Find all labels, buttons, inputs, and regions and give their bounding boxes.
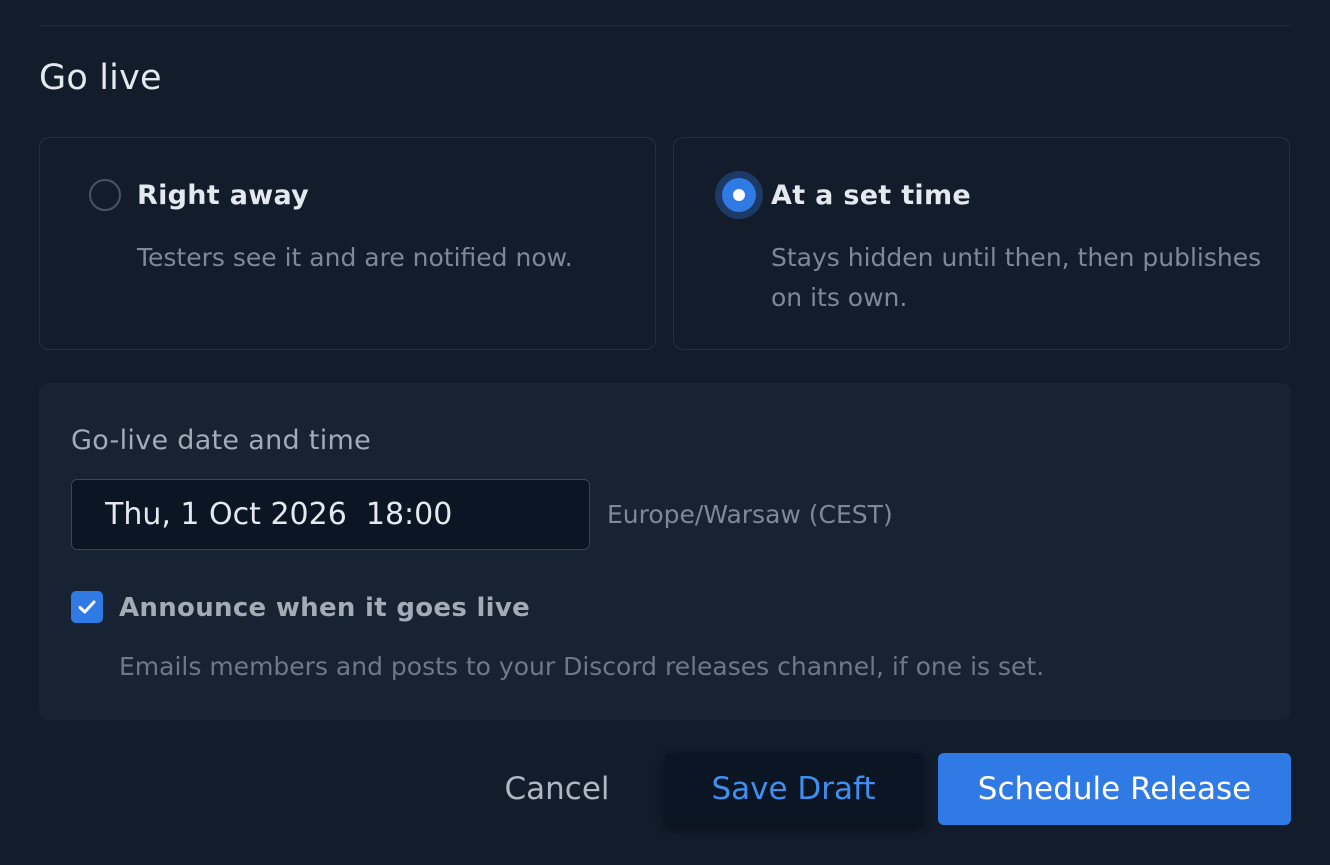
cancel-button[interactable]: Cancel [478, 753, 636, 825]
option-set-time[interactable]: At a set time Stays hidden until then, t… [673, 137, 1290, 350]
radio-set-time[interactable] [715, 171, 763, 219]
section-title: Go live [39, 58, 162, 98]
option-right-away[interactable]: Right away Testers see it and are notifi… [39, 137, 656, 350]
go-live-datetime-label: Go-live date and time [71, 425, 372, 456]
announce-description: Emails members and posts to your Discord… [119, 652, 1045, 681]
announce-checkbox[interactable] [71, 591, 103, 623]
timezone-label: Europe/Warsaw (CEST) [607, 500, 893, 529]
option-title-set-time: At a set time [771, 180, 972, 211]
announce-label[interactable]: Announce when it goes live [119, 593, 530, 623]
schedule-release-button[interactable]: Schedule Release [938, 753, 1291, 825]
option-desc-set-time: Stays hidden until then, then publishes … [771, 243, 1262, 312]
schedule-panel: Go-live date and time Europe/Warsaw (CES… [39, 383, 1291, 720]
go-live-page: Go live Right away Testers see it and ar… [0, 0, 1330, 865]
top-divider [39, 25, 1291, 26]
radio-right-away[interactable] [89, 179, 121, 211]
check-icon [78, 600, 96, 614]
go-live-datetime-input[interactable] [71, 479, 590, 550]
save-draft-button[interactable]: Save Draft [664, 753, 923, 825]
option-desc-right-away: Testers see it and are notified now. [137, 243, 573, 272]
option-title-right-away: Right away [137, 180, 310, 211]
